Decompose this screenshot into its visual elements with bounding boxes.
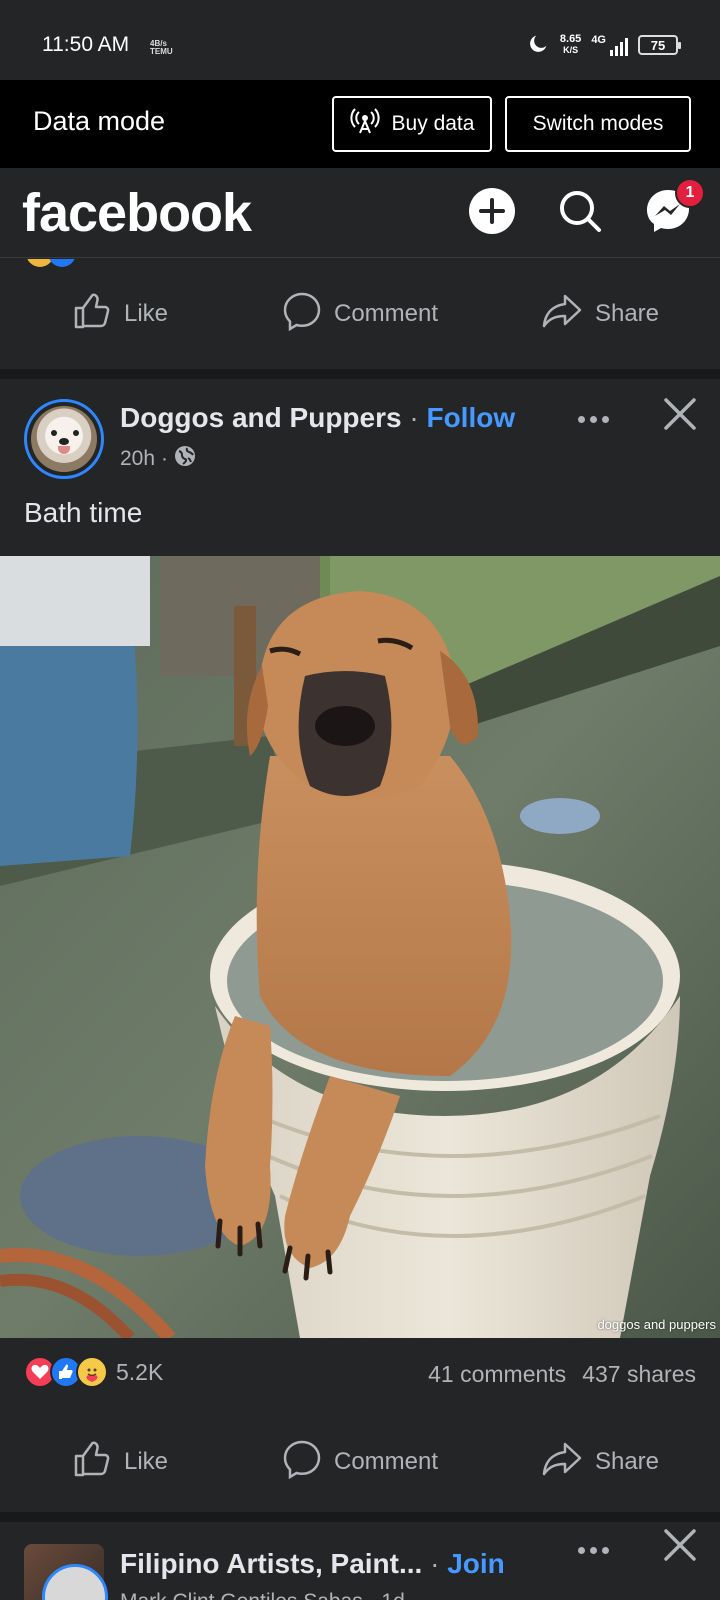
hide-post-button[interactable] [660,394,700,434]
dot-icon [601,415,609,423]
dot-icon [601,1546,609,1554]
close-icon [660,398,700,438]
plus-icon [468,187,516,240]
like-button[interactable]: Like [0,274,240,354]
thumbs-up-icon [72,1439,112,1486]
post-meta: 20h · [120,445,196,473]
share-icon [541,1439,583,1486]
reaction-count: 5.2K [116,1358,164,1385]
previous-post-actions: Like Comment Share [0,259,720,369]
post-time[interactable]: 20h [120,447,155,471]
share-button[interactable]: Share [480,274,720,354]
meta-separator: · [161,447,169,470]
facebook-header: facebook [0,168,720,258]
more-options-button[interactable] [568,1530,618,1570]
create-post-button[interactable] [467,187,517,240]
share-label: Share [594,300,660,327]
comment-icon [282,291,322,338]
reactions-summary[interactable]: 5.2K [24,1356,163,1388]
page-name-link[interactable]: Doggos and Puppers [120,402,402,433]
dog-in-bucket-image [0,556,720,1338]
search-icon [557,188,603,239]
follow-button[interactable]: Follow [426,402,515,433]
dot-icon [577,1546,585,1554]
action-row: Like Comment Share [0,1422,720,1502]
antenna-icon [350,106,380,142]
comment-label: Comment [333,300,439,327]
comment-button[interactable]: Comment [240,1422,480,1502]
comment-share-stats: 41 comments 437 shares [428,1361,696,1388]
post-separator [0,1512,720,1522]
close-icon [660,1529,700,1569]
messenger-badge: 1 [675,178,705,208]
page-avatar[interactable] [24,399,104,479]
post-card: Doggos and Puppers · Follow 20h · Bath t… [0,379,720,1512]
title-separator: · [422,1548,448,1579]
post-separator [0,369,720,379]
data-mode-bar: Data mode Buy data Switch modes [0,80,720,168]
network-speed: 8.65 K/S [559,33,582,56]
action-row: Like Comment Share [0,274,720,354]
network-speed-mini: 4B/s TEMU [150,39,173,56]
post-caption: Bath time [24,497,143,528]
facebook-logo[interactable]: facebook [22,182,252,244]
buy-data-button[interactable]: Buy data [332,96,492,152]
status-bar: 11:50 AM 4B/s TEMU 8.65 K/S 4G 75 [0,0,720,80]
engagement-stats: 5.2K 41 comments 437 shares [0,1338,720,1408]
post-photo[interactable]: doggos and puppers [0,556,720,1338]
dot-icon [577,415,585,423]
photo-watermark: doggos and puppers [597,1317,716,1332]
post-header-title: Doggos and Puppers · Follow [120,402,515,434]
moon-icon [528,32,550,59]
search-button[interactable] [555,188,605,238]
buy-data-label: Buy data [391,112,475,135]
thumbs-up-icon [72,291,112,338]
status-time: 11:50 AM [42,33,130,56]
battery-icon: 75 [638,35,681,55]
next-post-title: Filipino Artists, Paint... · Join [120,1548,505,1580]
shares-count[interactable]: 437 shares [582,1361,696,1388]
signal-icon: 4G [591,34,628,56]
next-post-card: Filipino Artists, Paint... · Join Mark C… [0,1522,720,1600]
like-button[interactable]: Like [0,1422,240,1502]
comments-count[interactable]: 41 comments [428,1361,566,1388]
share-button[interactable]: Share [480,1422,720,1502]
care-reaction-icon [76,1356,108,1388]
switch-modes-button[interactable]: Switch modes [505,96,691,152]
reaction-icons-peek [26,259,76,267]
title-separator: · [401,402,427,433]
data-mode-label: Data mode [33,106,166,136]
comment-label: Comment [333,1448,439,1475]
group-name-link[interactable]: Filipino Artists, Paint... [120,1548,422,1579]
like-label: Like [123,300,169,327]
more-options-button[interactable] [568,399,618,439]
dot-icon [589,1546,597,1554]
comment-icon [282,1439,322,1486]
samoyed-avatar-image [31,406,97,472]
dot-icon [589,415,597,423]
share-label: Share [594,1448,660,1475]
hide-post-button[interactable] [660,1525,700,1565]
comment-button[interactable]: Comment [240,274,480,354]
next-post-meta: Mark Clint Gentiles Sabas · 1d · [120,1590,418,1600]
share-icon [541,291,583,338]
like-label: Like [123,1448,169,1475]
join-button[interactable]: Join [447,1548,505,1579]
status-icons: 8.65 K/S 4G 75 [528,30,681,60]
globe-icon [174,445,196,473]
